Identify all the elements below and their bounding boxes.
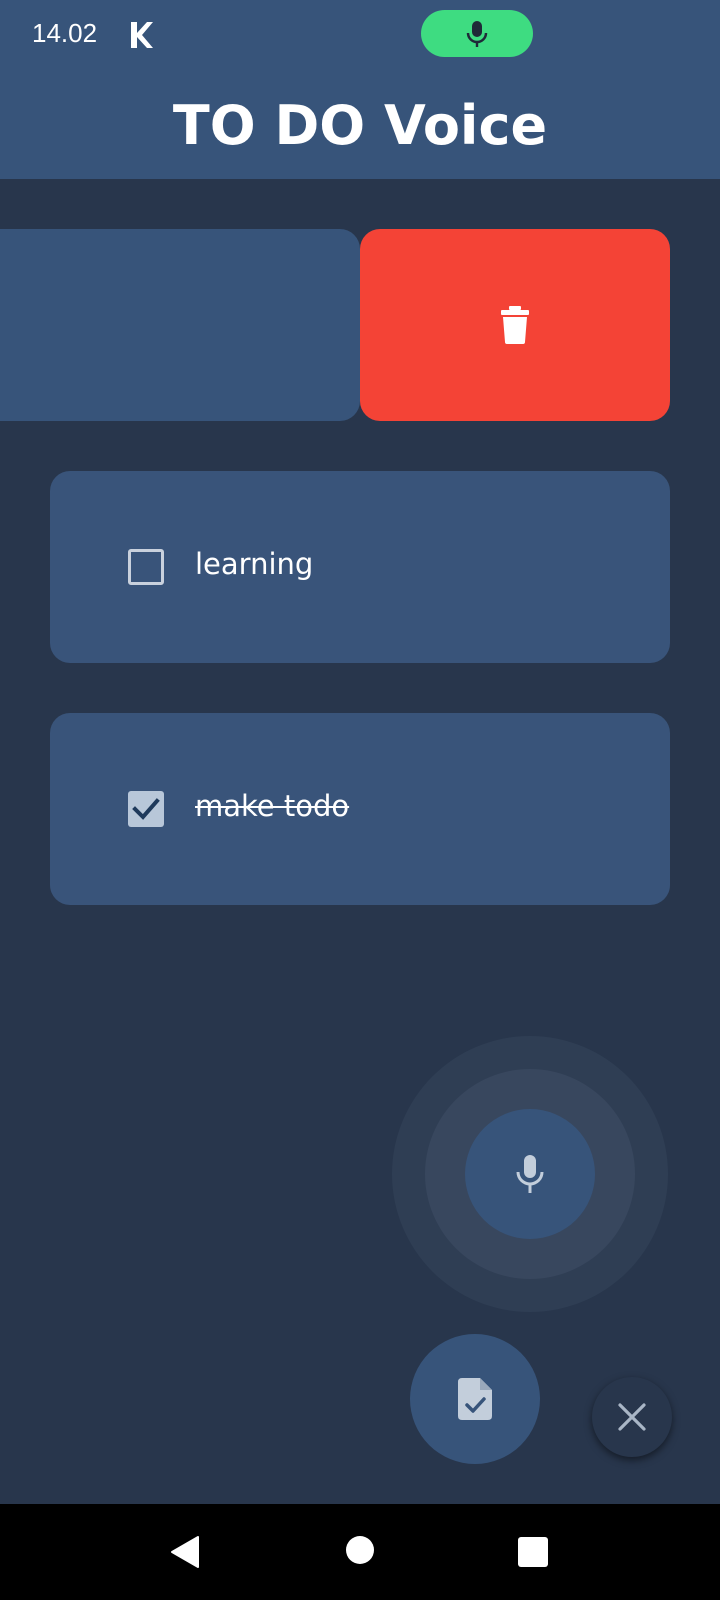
- page-title: TO DO Voice: [172, 94, 548, 157]
- todo-text: learning: [195, 547, 314, 581]
- todo-checkbox[interactable]: [128, 791, 164, 827]
- close-icon: [618, 1403, 646, 1431]
- check-icon: [132, 798, 160, 820]
- home-icon[interactable]: [346, 1536, 374, 1564]
- voice-record-button[interactable]: [465, 1109, 595, 1239]
- delete-action[interactable]: [360, 229, 670, 421]
- todo-text: make todo: [195, 789, 350, 823]
- status-bar: 14.02: [0, 0, 720, 72]
- app-header: TO DO Voice: [0, 72, 720, 179]
- mic-icon: [466, 20, 488, 47]
- close-button[interactable]: [592, 1377, 672, 1457]
- todo-checkbox[interactable]: [128, 549, 164, 585]
- todo-item[interactable]: make todo: [50, 713, 670, 905]
- todo-item[interactable]: learning: [50, 471, 670, 663]
- recent-apps-icon[interactable]: [518, 1537, 548, 1567]
- save-todo-button[interactable]: [410, 1334, 540, 1464]
- trash-icon: [501, 306, 529, 344]
- swiped-todo-card[interactable]: [0, 229, 360, 421]
- mic-active-indicator[interactable]: [421, 10, 533, 57]
- document-check-icon: [458, 1378, 492, 1420]
- k-icon: [131, 22, 153, 48]
- status-time: 14.02: [32, 18, 98, 48]
- back-icon[interactable]: [170, 1535, 200, 1569]
- mic-icon: [516, 1155, 544, 1193]
